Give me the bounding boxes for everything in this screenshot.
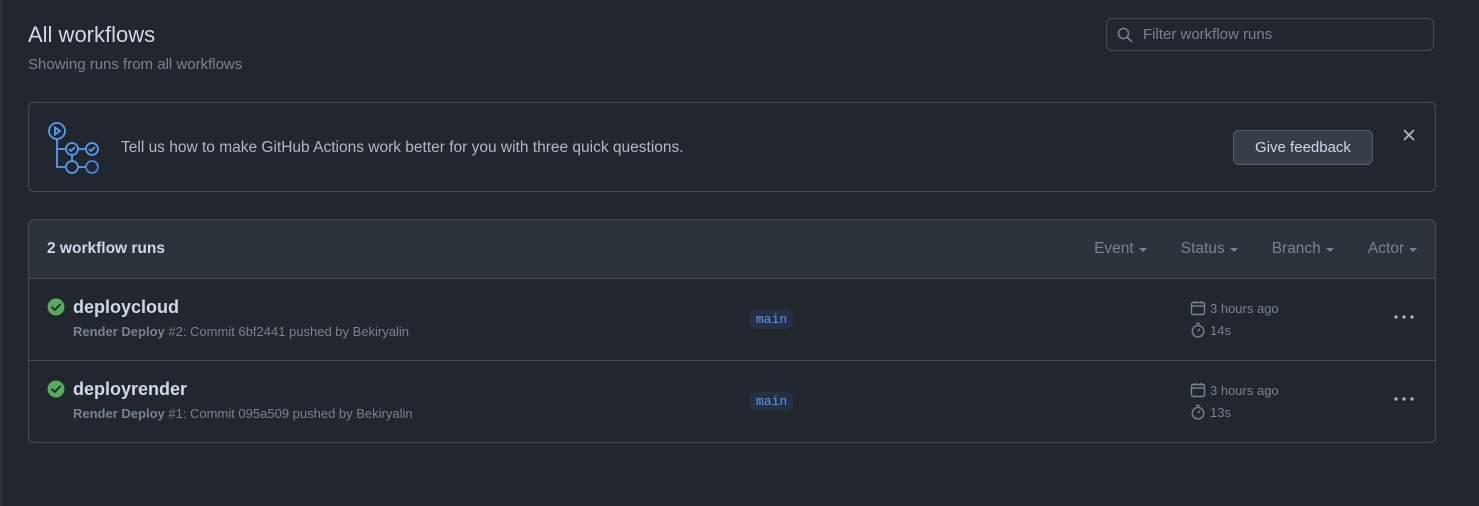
run-time-ago: 3 hours ago	[1210, 382, 1279, 398]
caret-down-icon	[1229, 248, 1238, 252]
left-border	[0, 0, 2, 506]
filter-search-box[interactable]	[1106, 18, 1434, 51]
filter-event-dropdown[interactable]: Event	[1094, 240, 1147, 258]
run-workflow-name: Render Deploy	[73, 406, 165, 421]
filter-branch-dropdown[interactable]: Branch	[1272, 240, 1334, 258]
run-meta: Render Deploy #1: Commit 095a509 pushed …	[73, 406, 413, 421]
calendar-icon	[1190, 301, 1206, 316]
runs-count: 2 workflow runs	[47, 240, 165, 257]
stopwatch-icon	[1191, 322, 1205, 338]
actions-workflow-icon	[48, 122, 99, 174]
filter-status-label: Status	[1180, 240, 1225, 257]
run-meta: Render Deploy #2: Commit 6bf2441 pushed …	[73, 324, 409, 339]
kebab-menu-icon[interactable]	[1393, 391, 1415, 407]
runs-filters: Event Status Branch Actor	[1060, 240, 1417, 258]
close-icon[interactable]	[1401, 127, 1417, 143]
run-duration: 13s	[1190, 404, 1231, 420]
success-check-icon	[47, 380, 65, 398]
page-title: All workflows	[28, 22, 156, 47]
filter-event-label: Event	[1094, 240, 1134, 257]
run-time: 3 hours ago	[1190, 300, 1279, 316]
run-time-ago: 3 hours ago	[1210, 300, 1279, 316]
run-title-link[interactable]: deploycloud	[73, 297, 179, 318]
workflow-runs-list: 2 workflow runs Event Status Branch Acto…	[28, 219, 1436, 443]
filter-search-input[interactable]	[1141, 25, 1425, 44]
calendar-icon	[1190, 383, 1206, 398]
workflow-run-row[interactable]: deploycloud Render Deploy #2: Commit 6bf…	[29, 279, 1435, 361]
branch-tag[interactable]: main	[750, 310, 794, 329]
give-feedback-button[interactable]: Give feedback	[1233, 130, 1373, 165]
runs-header: 2 workflow runs Event Status Branch Acto…	[29, 220, 1435, 279]
success-check-icon	[47, 298, 65, 316]
run-workflow-name: Render Deploy	[73, 324, 165, 339]
run-time: 3 hours ago	[1190, 382, 1279, 398]
branch-tag[interactable]: main	[750, 392, 794, 411]
filter-actor-label: Actor	[1367, 240, 1404, 257]
feedback-banner: Tell us how to make GitHub Actions work …	[28, 102, 1436, 192]
run-meta-detail: #2: Commit 6bf2441 pushed by Bekiryalin	[164, 324, 409, 339]
search-icon	[1117, 27, 1133, 42]
filter-branch-label: Branch	[1271, 240, 1321, 257]
run-duration-value: 14s	[1210, 322, 1231, 338]
caret-down-icon	[1409, 248, 1417, 252]
caret-down-icon	[1138, 248, 1147, 252]
run-duration: 14s	[1190, 322, 1231, 338]
filter-status-dropdown[interactable]: Status	[1181, 240, 1238, 258]
workflow-run-row[interactable]: deployrender Render Deploy #1: Commit 09…	[29, 361, 1435, 442]
stopwatch-icon	[1191, 404, 1205, 420]
run-title-link[interactable]: deployrender	[73, 379, 187, 400]
caret-down-icon	[1325, 248, 1334, 252]
page-subtitle: Showing runs from all workflows	[28, 56, 243, 73]
filter-actor-dropdown[interactable]: Actor	[1368, 240, 1417, 258]
run-meta-detail: #1: Commit 095a509 pushed by Bekiryalin	[164, 406, 413, 421]
feedback-banner-text: Tell us how to make GitHub Actions work …	[121, 139, 684, 156]
run-duration-value: 13s	[1210, 404, 1231, 420]
kebab-menu-icon[interactable]	[1393, 309, 1415, 325]
